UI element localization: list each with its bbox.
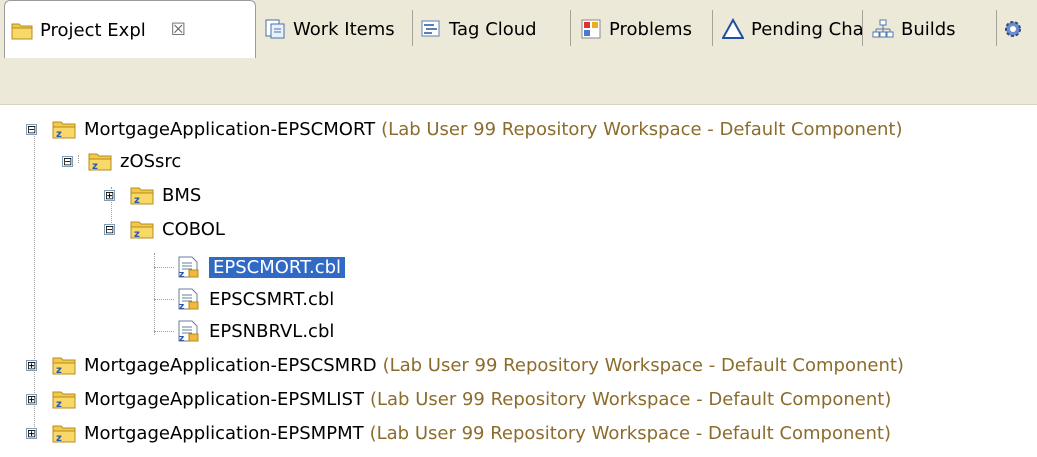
tab-work-items[interactable]: Work Items	[258, 2, 401, 56]
tab-pending-changes[interactable]: Pending Cha	[716, 2, 870, 56]
expand-icon[interactable]: ⊞	[26, 393, 37, 405]
tab-label: Builds	[901, 18, 956, 40]
builds-icon	[872, 18, 894, 40]
expand-icon[interactable]: ⊞	[104, 189, 115, 201]
tree-label: EPSCMORT.cbl	[209, 256, 346, 278]
tree-row-folder[interactable]: ⊟ z zOSsrc	[62, 145, 181, 177]
svg-text:z: z	[92, 161, 98, 172]
expand-icon[interactable]: ⊞	[26, 359, 37, 371]
tree-row-file[interactable]: z EPSNBRVL.cbl	[176, 315, 334, 347]
tab-label: Problems	[609, 18, 692, 40]
svg-text:z: z	[56, 433, 62, 444]
folder-project-icon	[11, 19, 33, 41]
svg-text:z: z	[56, 399, 62, 410]
tree-row-project[interactable]: ⊞ z MortgageApplication-EPSMLIST (Lab Us…	[26, 383, 891, 415]
svg-text:z: z	[179, 302, 184, 310]
tree-row-file[interactable]: z EPSCSMRT.cbl	[176, 283, 334, 315]
collapse-icon[interactable]: ⊟	[26, 123, 37, 135]
zos-folder-icon: z	[88, 153, 112, 172]
zos-project-icon: z	[52, 121, 76, 140]
tab-overflow[interactable]	[1002, 2, 1024, 56]
collapse-icon[interactable]: ⊟	[62, 155, 73, 167]
svg-text:z: z	[56, 129, 62, 140]
work-items-icon	[264, 18, 286, 40]
tab-problems[interactable]: Problems	[574, 2, 698, 56]
zos-folder-icon: z	[130, 221, 154, 240]
tree-decoration: (Lab User 99 Repository Workspace - Defa…	[369, 422, 891, 444]
project-tree: ⊟ z MortgageApplication-EPSCMORT (Lab Us…	[0, 105, 1037, 457]
svg-text:z: z	[134, 229, 140, 240]
tree-guide-line	[154, 267, 174, 268]
expand-icon[interactable]: ⊞	[26, 427, 37, 439]
tree-guide-line	[154, 299, 174, 300]
tree-guide-line	[154, 253, 155, 335]
zos-project-icon: z	[52, 391, 76, 410]
tree-row-project[interactable]: ⊞ z MortgageApplication-EPSCSMRD (Lab Us…	[26, 349, 904, 381]
tab-label: Project Expl	[40, 19, 146, 41]
tree-decoration: (Lab User 99 Repository Workspace - Defa…	[369, 388, 892, 410]
tree-label: EPSNBRVL.cbl	[209, 320, 335, 342]
svg-text:z: z	[179, 270, 184, 278]
tree-label: MortgageApplication-EPSMLIST	[84, 388, 364, 410]
tree-row-file[interactable]: z EPSCMORT.cbl	[176, 251, 346, 283]
tree-row-project[interactable]: ⊞ z MortgageApplication-EPSMPMT (Lab Use…	[26, 417, 891, 449]
tab-separator	[712, 10, 713, 46]
cobol-file-icon: z	[178, 288, 199, 310]
tree-row-folder[interactable]: ⊟ z COBOL	[104, 213, 225, 245]
tree-row-project[interactable]: ⊟ z MortgageApplication-EPSCMORT (Lab Us…	[26, 113, 903, 145]
view-tab-bar: Project Expl ☒ Work Items Tag Cloud Prob…	[0, 0, 1037, 59]
tree-label: BMS	[162, 184, 202, 206]
tree-label: EPSCSMRT.cbl	[209, 288, 335, 310]
tree-label: zOSsrc	[120, 150, 182, 172]
tree-label: MortgageApplication-EPSCSMRD	[84, 354, 377, 376]
tree-decoration: (Lab User 99 Repository Workspace - Defa…	[381, 118, 903, 140]
svg-text:z: z	[56, 365, 62, 376]
tab-project-explorer[interactable]: Project Expl ☒	[4, 0, 256, 59]
zos-project-icon: z	[52, 357, 76, 376]
tab-separator	[570, 10, 571, 46]
tree-row-folder[interactable]: ⊞ z BMS	[104, 179, 201, 211]
problems-icon	[580, 18, 602, 40]
tab-label: Work Items	[293, 18, 395, 40]
svg-text:z: z	[179, 334, 184, 342]
cobol-file-icon: z	[178, 256, 199, 278]
tag-cloud-icon	[420, 18, 442, 40]
tree-guide-line	[154, 331, 174, 332]
close-icon[interactable]: ☒	[171, 20, 186, 40]
tree-label: MortgageApplication-EPSCMORT	[84, 118, 376, 140]
zos-folder-icon: z	[130, 187, 154, 206]
tree-label: COBOL	[162, 218, 225, 240]
zos-project-icon: z	[52, 425, 76, 444]
tab-separator	[996, 10, 997, 46]
tab-tag-cloud[interactable]: Tag Cloud	[414, 2, 543, 56]
tab-builds[interactable]: Builds	[866, 2, 962, 56]
tab-label: Tag Cloud	[449, 18, 537, 40]
collapse-icon[interactable]: ⊟	[104, 223, 115, 235]
view-toolbar	[0, 58, 1037, 105]
triangle-icon	[721, 17, 745, 40]
cobol-file-icon: z	[178, 320, 199, 342]
tab-separator	[862, 10, 863, 46]
tree-decoration: (Lab User 99 Repository Workspace - Defa…	[382, 354, 904, 376]
tab-label: Pending Cha	[751, 18, 864, 40]
gear-icon	[1002, 18, 1024, 40]
tree-label: MortgageApplication-EPSMPMT	[84, 422, 364, 444]
tab-separator	[412, 10, 413, 46]
svg-text:z: z	[134, 195, 140, 206]
